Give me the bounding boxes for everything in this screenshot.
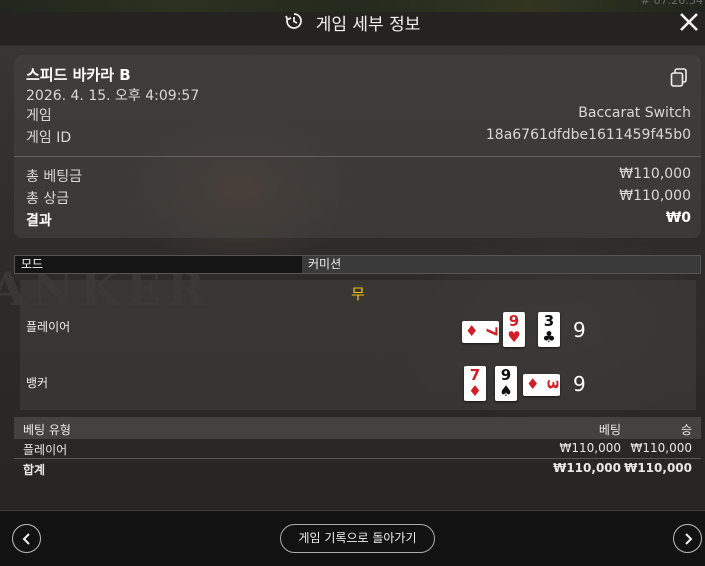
total-win-cell: ₩110,000: [624, 461, 692, 475]
previous-game-button[interactable]: [12, 524, 41, 553]
card-suit-icon: ♣: [542, 328, 556, 346]
footer-bar: 게임 기록으로 돌아가기: [0, 510, 705, 566]
result-value: ₩0: [665, 210, 691, 226]
total-win-label: 총 상금: [26, 191, 70, 207]
back-to-history-button[interactable]: 게임 기록으로 돌아가기: [280, 524, 435, 553]
next-game-button[interactable]: [673, 524, 702, 553]
chevron-right-icon: [685, 533, 693, 545]
bet-table: 베팅 유형 베팅 승 플레이어 ₩110,000 ₩110,000 합계 ₩11…: [14, 417, 701, 478]
card-rank: 3: [543, 312, 555, 330]
banker-card-2: 9 ♠: [495, 366, 517, 401]
card-suit-icon: ♥: [507, 328, 521, 346]
header-bar: 게임 세부 정보: [0, 0, 705, 46]
game-id-row: 게임 ID 18a6761dfdbe1611459f45b0: [26, 127, 691, 147]
card-suit-icon: ♠: [499, 382, 513, 400]
close-button[interactable]: [677, 10, 701, 34]
commission-label: 커미션: [302, 256, 700, 273]
page-title: 게임 세부 정보: [315, 15, 421, 35]
history-icon: [284, 12, 303, 34]
card-rank: 9: [500, 366, 512, 384]
game-value: Baccarat Switch: [578, 105, 691, 121]
banker-card-3: 3 ♦: [523, 374, 562, 396]
close-icon: [680, 13, 698, 31]
game-datetime: 2026. 4. 15. 오후 4:09:57: [26, 88, 200, 104]
bet-type-cell: 플레이어: [23, 443, 68, 457]
winner-label: 무: [351, 285, 365, 303]
bet-amount-header: 베팅: [598, 423, 621, 437]
card-suit-icon: ♦: [526, 375, 540, 393]
total-win-value: ₩110,000: [619, 188, 691, 204]
banker-card-1: 7 ♦: [464, 366, 486, 401]
player-card-1: 7 ♦: [462, 321, 501, 343]
title-wrap: 게임 세부 정보: [0, 10, 705, 35]
mode-label: 모드: [15, 256, 308, 273]
banker-score: 9: [573, 372, 586, 396]
total-bet-row: 총 베팅금 ₩110,000: [26, 166, 691, 186]
bet-table-header: 베팅 유형 베팅 승: [14, 417, 701, 439]
total-type-cell: 합계: [23, 463, 46, 477]
player-score: 9: [573, 318, 586, 342]
card-rank: 9: [508, 312, 520, 330]
card-suit-icon: ♦: [468, 382, 482, 400]
bet-win-header: 승: [680, 423, 692, 437]
bet-type-header: 베팅 유형: [23, 423, 71, 437]
card-rank: 7: [482, 326, 501, 337]
player-card-3: 3 ♣: [538, 312, 560, 347]
table-name: 스피드 바카라 B: [26, 66, 131, 84]
banker-label: 뱅커: [26, 376, 49, 390]
table-total-row: 합계 ₩110,000 ₩110,000: [14, 459, 701, 478]
copy-icon: [670, 68, 687, 87]
game-label: 게임: [26, 108, 52, 124]
game-result-panel: 무 플레이어 7 ♦ 9 ♥ 3 ♣ 9 뱅커 7 ♦ 9 ♠ 3 ♦ 9: [20, 280, 696, 410]
mode-bar: 모드 커미션: [14, 255, 701, 274]
game-id-label: 게임 ID: [26, 130, 72, 146]
summary-divider: [14, 156, 701, 157]
bet-win-cell: ₩110,000: [630, 441, 693, 455]
player-label: 플레이어: [26, 320, 71, 334]
result-row: 결과 ₩0: [26, 210, 691, 230]
total-bet-value: ₩110,000: [619, 166, 691, 182]
player-card-2: 9 ♥: [503, 312, 525, 347]
game-summary-card: 스피드 바카라 B 2026. 4. 15. 오후 4:09:57 게임 Bac…: [14, 55, 701, 238]
bet-amount-cell: ₩110,000: [559, 441, 622, 455]
game-id-value: 18a6761dfdbe1611459f45b0: [485, 127, 691, 143]
chevron-left-icon: [22, 533, 30, 545]
copy-button[interactable]: [670, 68, 688, 88]
total-bet-cell: ₩110,000: [553, 461, 621, 475]
game-row: 게임 Baccarat Switch: [26, 105, 691, 125]
total-bet-label: 총 베팅금: [26, 169, 82, 185]
total-win-row: 총 상금 ₩110,000: [26, 188, 691, 208]
card-suit-icon: ♦: [465, 322, 479, 340]
card-rank: 7: [469, 366, 481, 384]
result-label: 결과: [26, 213, 52, 229]
card-rank: 3: [543, 379, 562, 390]
table-row: 플레이어 ₩110,000 ₩110,000: [14, 439, 701, 459]
